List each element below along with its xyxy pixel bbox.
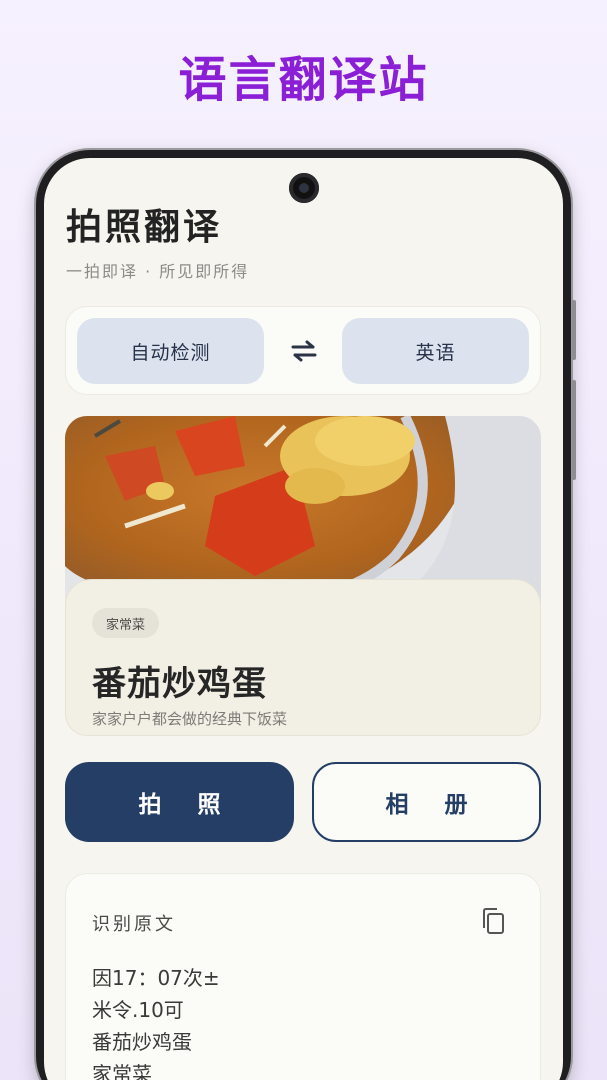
target-language-label: 英语 [415, 341, 456, 364]
recognized-text-line: 因17：07次± [92, 966, 220, 990]
recognized-text-line: 番茄炒鸡蛋 [92, 1030, 192, 1054]
category-tag-label: 家常菜 [106, 617, 146, 633]
page-subtitle: 一拍即译 · 所见即所得 [66, 262, 250, 281]
swap-languages-button[interactable] [284, 335, 324, 367]
source-language-button[interactable]: 自动检测 [77, 318, 264, 384]
volume-button [572, 300, 576, 360]
target-language-button[interactable]: 英语 [342, 318, 529, 384]
dish-info-panel: 家常菜 番茄炒鸡蛋 家家户户都会做的经典下饭菜 [65, 579, 541, 736]
album-button-label: 相 册 [385, 792, 482, 818]
recognized-text-line: 家常菜 [92, 1062, 152, 1080]
language-selector-bar: 自动检测 英语 [65, 306, 541, 395]
dish-description: 家家户户都会做的经典下饭菜 [92, 710, 288, 728]
recognized-text-title: 识别原文 [92, 914, 176, 935]
copy-icon [483, 908, 504, 934]
dish-card[interactable]: 家常菜 番茄炒鸡蛋 家家户户都会做的经典下饭菜 [65, 416, 541, 736]
promo-title: 语言翻译站 [178, 52, 429, 108]
page-title: 拍照翻译 [66, 207, 223, 248]
phone-frame: 拍照翻译 一拍即译 · 所见即所得 自动检测 英语 家常菜 番茄炒鸡蛋 家家户户… [36, 150, 576, 1080]
power-button [572, 380, 576, 480]
front-camera [289, 173, 319, 203]
source-language-label: 自动检测 [130, 341, 211, 364]
recognized-text-lines: 因17：07次± 米令.10可 番茄炒鸡蛋 家常菜 [92, 962, 220, 1080]
category-tag: 家常菜 [92, 608, 160, 638]
app-screen: 拍照翻译 一拍即译 · 所见即所得 自动检测 英语 家常菜 番茄炒鸡蛋 家家户户… [44, 158, 563, 1080]
recognized-text-line: 米令.10可 [92, 998, 184, 1022]
capture-button[interactable]: 拍 照 [65, 762, 294, 842]
capture-button-label: 拍 照 [138, 792, 235, 818]
album-button[interactable]: 相 册 [312, 762, 541, 842]
recognized-text-card: 识别原文 因17：07次± 米令.10可 番茄炒鸡蛋 家常菜 [65, 873, 541, 1080]
copy-button[interactable] [476, 904, 510, 938]
dish-name: 番茄炒鸡蛋 [92, 664, 267, 704]
swap-arrows-icon [291, 340, 317, 362]
